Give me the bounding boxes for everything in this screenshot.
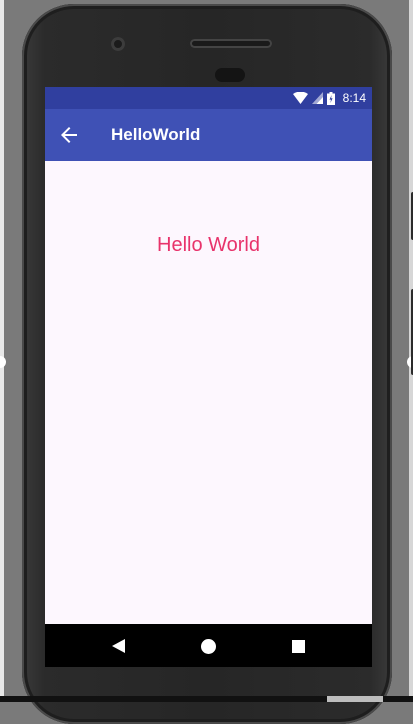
front-camera (111, 37, 125, 51)
status-bar: 8:14 (45, 87, 372, 109)
resize-handle-left[interactable] (0, 356, 6, 368)
battery-icon (326, 91, 335, 105)
hello-world-text: Hello World (157, 234, 260, 256)
home-circle-icon[interactable] (197, 635, 219, 657)
wifi-icon (292, 92, 308, 104)
bottom-strip-highlight (327, 696, 383, 702)
proximity-sensor (215, 68, 245, 82)
app-title: HelloWorld (111, 125, 201, 144)
status-icons: 8:14 (292, 90, 366, 106)
status-time: 8:14 (342, 91, 366, 105)
earpiece-speaker (190, 39, 272, 48)
recents-square-icon[interactable] (287, 635, 309, 657)
arrow-left-icon[interactable] (55, 121, 83, 149)
backdrop-edge-left (0, 0, 4, 702)
device-screen: 8:14 HelloWorld Hello World (45, 87, 372, 667)
main-content: Hello World (45, 161, 372, 624)
app-toolbar: HelloWorld (45, 109, 372, 161)
signal-icon (311, 92, 323, 104)
navigation-bar (45, 624, 372, 667)
back-triangle-icon[interactable] (107, 635, 129, 657)
